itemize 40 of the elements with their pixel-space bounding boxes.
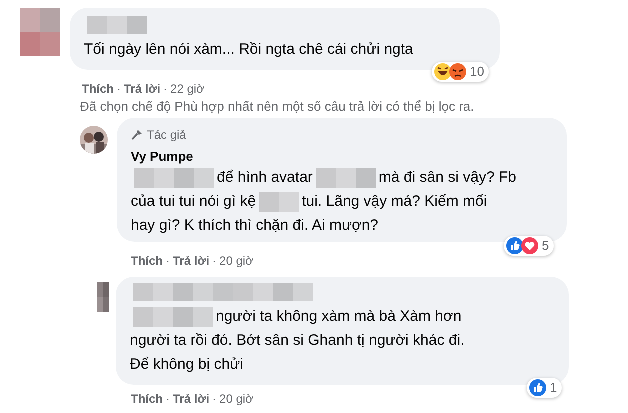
action-link[interactable]: Thích [131,252,163,270]
comment-text: người ta không xàm mà bà Xàm hơn [216,307,462,327]
separator-dot: · [212,253,217,270]
action-link[interactable]: Thích [131,390,163,408]
action-link[interactable]: Trả lời [173,252,210,270]
angry-emoji-icon [449,63,467,81]
redaction-blur [87,16,147,34]
separator-dot: · [117,81,121,98]
action-link[interactable]: Thích [82,80,114,98]
timestamp[interactable]: 20 giờ [220,390,254,408]
thumbs-up-icon [506,237,524,255]
laughing-emoji-icon [434,63,452,81]
avatar[interactable] [97,282,109,312]
separator-dot: · [166,253,170,270]
avatar[interactable] [20,8,60,56]
redaction-blur [259,192,300,212]
comment-text: để hình avatar [217,168,313,188]
comment-text: hay gì? K thích thì chặn đi. Ai mượn? [131,216,379,236]
separator-dot: · [164,81,168,98]
timestamp[interactable]: 22 giờ [170,80,204,98]
action-link[interactable]: Trả lời [124,80,161,98]
separator-dot: · [166,391,170,408]
action-link[interactable]: Trả lời [173,390,210,408]
comment-text: của tui tui nói gì kệ [131,192,256,212]
reaction-badge[interactable]: 10 [432,62,490,82]
comment-text: mà đi sân si vậy? Fb [378,168,516,188]
comment-text: tui. Lãng vậy má? Kiếm mối [302,192,488,212]
reaction-badge[interactable]: 5 [504,236,554,256]
timestamp[interactable]: 20 giờ [220,252,254,270]
author-label: Tác giả [147,127,186,144]
microphone-icon [131,129,143,141]
separator-dot: · [212,391,217,408]
comment-text: Để không bị chửi [130,355,244,375]
author-name[interactable]: Vy Pumpe [131,148,194,166]
comment-text: Tối ngày lên nói xàm... Rồi ngta chê cái chửi ngta [84,40,414,60]
thumbs-up-icon [529,379,547,397]
redaction-blur [316,168,376,188]
reaction-badge[interactable]: 1 [527,378,562,398]
filter-notice: Đã chọn chế độ Phù hợp nhất nên một số câu trả lời có thể bị lọc ra. [80,98,474,116]
comment-text: người ta rồi đó. Bớt sân si Ghanh tị người khác đi. [130,331,465,351]
